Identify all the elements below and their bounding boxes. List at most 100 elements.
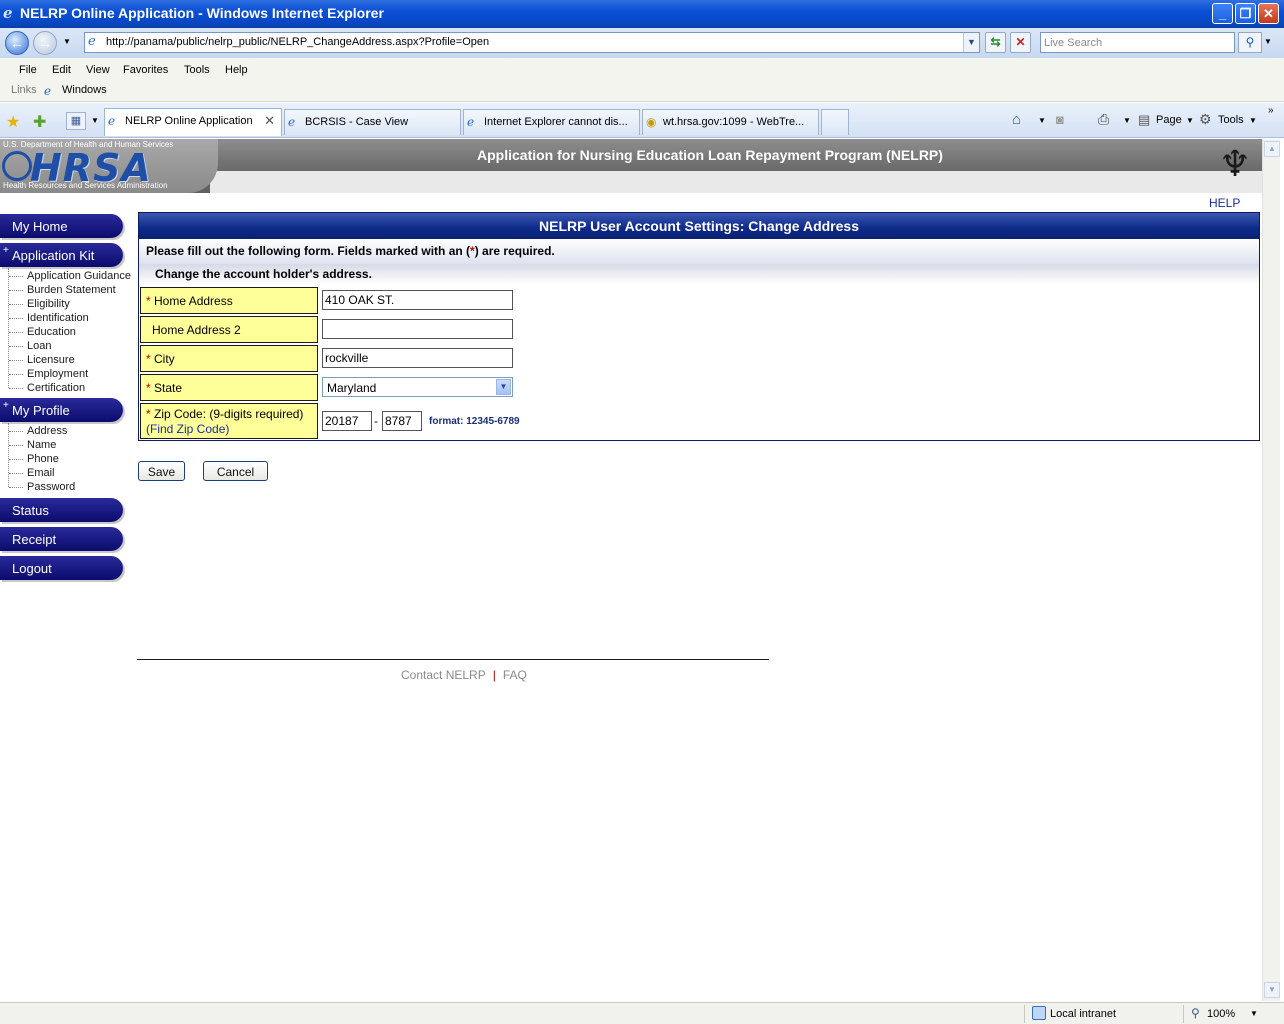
tree-tick [9,276,23,277]
save-button[interactable]: Save [138,461,185,481]
home-address-input[interactable]: 410 OAK ST. [322,290,513,310]
required-mark: * [146,352,151,366]
feeds-icon[interactable]: ◙ [1056,112,1064,127]
restore-button[interactable]: ❐ [1235,3,1256,24]
favorites-star-icon[interactable]: ★ [6,112,20,132]
menu-tools[interactable]: Tools [184,64,210,76]
tools-menu[interactable]: Tools [1218,114,1244,126]
state-select[interactable]: Maryland ▼ [322,377,513,397]
print-icon[interactable]: ⎙ [1098,111,1109,128]
nav-item-burden-statement[interactable]: Burden Statement [27,284,116,296]
refresh-button[interactable]: ⇆ [985,32,1006,53]
nav-item-licensure[interactable]: Licensure [27,354,75,366]
nav-item-email[interactable]: Email [27,467,55,479]
home-dropdown-icon[interactable]: ▼ [1038,116,1046,125]
find-zip-link[interactable]: (Find Zip Code) [146,422,229,436]
zip-format-hint: format: 12345-6789 [429,416,520,427]
tab-bar: ★ ✚ ▦ ▼ e NELRP Online Application ✕ e B… [0,103,1284,138]
nav-item-eligibility[interactable]: Eligibility [27,298,70,310]
city-label-text: City [154,352,175,366]
nav-item-identification[interactable]: Identification [27,312,89,324]
minimize-button[interactable]: _ [1212,3,1233,24]
zoom-dropdown-icon[interactable]: ▼ [1250,1009,1258,1018]
address-dropdown-icon[interactable]: ▼ [963,33,979,52]
scroll-up-icon[interactable]: ▲ [1264,141,1280,157]
tree-line [8,423,9,487]
nav-my-home[interactable]: My Home [0,214,123,238]
address-bar[interactable]: e http://panama/public/nelrp_public/NELR… [84,32,980,53]
page-dropdown-icon[interactable]: ▼ [1186,116,1194,125]
nav-item-name[interactable]: Name [27,439,56,451]
recent-pages-dropdown-icon[interactable]: ▼ [63,37,71,46]
search-icon[interactable]: ⚲ [1238,32,1262,53]
close-tab-icon[interactable]: ✕ [264,113,275,129]
menu-file[interactable]: File [19,64,37,76]
menu-favorites[interactable]: Favorites [123,64,168,76]
tab-webtrends[interactable]: ◉ wt.hrsa.gov:1099 - WebTre... [642,109,819,135]
new-tab-button[interactable] [821,109,849,135]
faq-link[interactable]: FAQ [503,668,527,682]
home-icon[interactable]: ⌂ [1012,111,1021,128]
close-window-button[interactable]: ✕ [1258,3,1279,24]
home-address2-input[interactable] [322,319,513,339]
nav-application-kit[interactable]: + Application Kit [0,243,123,267]
menu-help[interactable]: Help [225,64,248,76]
windows-link[interactable]: Windows [62,84,107,96]
forward-button[interactable]: → [33,31,57,55]
status-divider [1183,1005,1184,1023]
intranet-zone-icon [1032,1006,1046,1020]
vertical-scrollbar[interactable]: ▲ ▼ [1262,139,1280,1001]
nav-logout[interactable]: Logout [0,556,123,580]
nav-receipt[interactable]: Receipt [0,527,123,551]
tab-bcrsis[interactable]: e BCRSIS - Case View [284,109,461,135]
city-input[interactable]: rockville [322,348,513,368]
nav-item-employment[interactable]: Employment [27,368,88,380]
chevron-more-icon[interactable]: » [1268,105,1274,116]
tab-nelrp[interactable]: e NELRP Online Application ✕ [104,108,282,136]
tree-tick [9,445,23,446]
nav-item-phone[interactable]: Phone [27,453,59,465]
form-heading: NELRP User Account Settings: Change Addr… [139,213,1259,239]
tools-dropdown-icon[interactable]: ▼ [1249,116,1257,125]
nav-item-application-guidance[interactable]: Application Guidance [27,270,131,282]
print-dropdown-icon[interactable]: ▼ [1123,116,1131,125]
scroll-down-icon[interactable]: ▼ [1264,982,1280,998]
nav-status[interactable]: Status [0,498,123,522]
nav-item-education[interactable]: Education [27,326,76,338]
nav-item-address[interactable]: Address [27,425,67,437]
home-address-label: * Home Address [140,287,318,314]
menu-edit[interactable]: Edit [52,64,71,76]
search-options-icon[interactable]: ▼ [1264,37,1272,46]
app-title: Application for Nursing Education Loan R… [477,147,943,163]
security-zone: Local intranet [1050,1008,1117,1020]
chevron-down-icon[interactable]: ▼ [496,379,511,395]
back-button[interactable]: ← [5,31,29,55]
tree-tick [9,332,23,333]
zoom-level[interactable]: 100% [1207,1008,1235,1020]
state-selected-value: Maryland [327,381,377,395]
nav-status-label: Status [12,503,49,518]
expand-icon: + [3,400,9,411]
stop-button[interactable]: ✕ [1010,32,1031,53]
menu-view[interactable]: View [86,64,110,76]
zip5-input[interactable]: 20187 [322,411,372,431]
zip4-input[interactable]: 8787 [382,411,422,431]
cancel-button[interactable]: Cancel [203,461,268,481]
tree-tick [9,431,23,432]
nav-item-certification[interactable]: Certification [27,382,85,394]
live-search-input[interactable]: Live Search [1040,32,1235,53]
tab-list-dropdown-icon[interactable]: ▼ [91,116,99,125]
add-favorites-icon[interactable]: ✚ [33,112,46,132]
tab-ie-error[interactable]: e Internet Explorer cannot dis... [463,109,640,135]
required-mark: * [146,294,151,308]
help-link[interactable]: HELP [1209,196,1240,210]
quick-tabs-icon[interactable]: ▦ [66,112,86,130]
nav-item-loan[interactable]: Loan [27,340,51,352]
nav-item-password[interactable]: Password [27,481,75,493]
page-menu[interactable]: Page [1156,114,1182,126]
tree-tick [9,318,23,319]
contact-nelrp-link[interactable]: Contact NELRP [401,668,486,682]
page-icon: ▤ [1138,112,1151,127]
menu-bar: File Edit View Favorites Tools Help [0,58,1284,80]
nav-my-profile[interactable]: + My Profile [0,398,123,422]
